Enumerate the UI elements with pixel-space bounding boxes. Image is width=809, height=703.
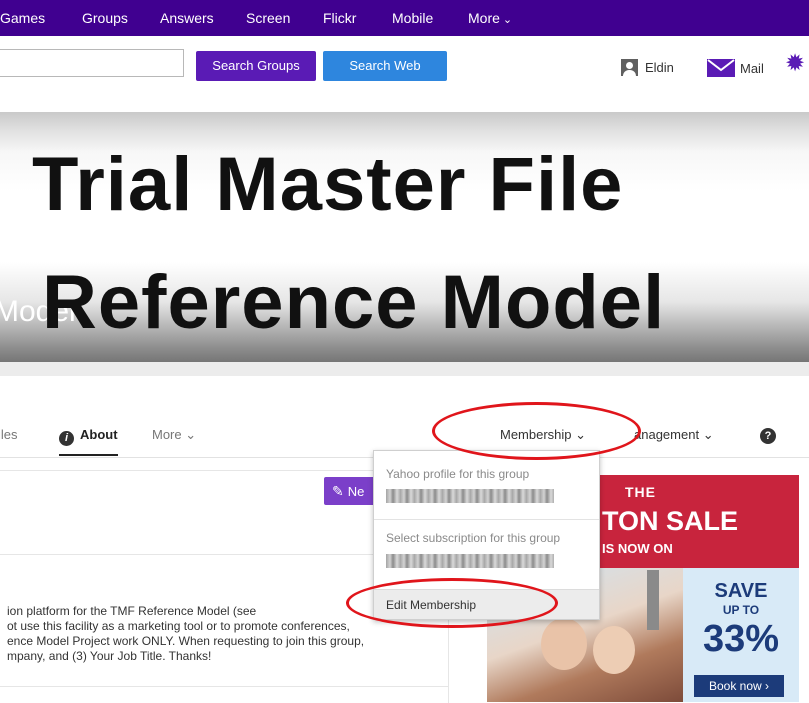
tab-more[interactable]: More ⌄ <box>152 413 196 457</box>
help-icon[interactable]: ? <box>760 428 776 444</box>
tab-about[interactable]: i About <box>59 413 118 456</box>
banner-title-line-2: Reference Model <box>42 260 666 345</box>
ad-text-sale: TON SALE <box>602 506 739 536</box>
description-line: ot use this facility as a marketing tool… <box>7 619 350 633</box>
yahoo-profile-label: Yahoo profile for this group <box>386 467 530 481</box>
user-avatar-icon[interactable] <box>621 59 638 76</box>
ad-text-the: THE <box>625 484 656 500</box>
search-groups-button[interactable]: Search Groups <box>196 51 316 81</box>
mail-icon[interactable] <box>707 59 735 77</box>
ad-upto-text: UP TO <box>722 603 760 617</box>
nav-item-groups[interactable]: Groups <box>82 0 128 36</box>
tab-more-label: More <box>152 427 182 442</box>
nav-item-answers[interactable]: Answers <box>160 0 214 36</box>
ad-save-text: SAVE <box>714 580 768 602</box>
top-nav-bar: Games Groups Answers Screen Flickr Mobil… <box>0 0 809 36</box>
redacted-profile-name[interactable] <box>386 489 554 503</box>
nav-item-screen[interactable]: Screen <box>246 0 290 36</box>
new-topic-button[interactable]: ✎ Ne <box>324 477 380 505</box>
menu-divider <box>374 519 599 520</box>
description-line: mpany, and (3) Your Job Title. Thanks! <box>7 649 212 663</box>
nav-item-flickr[interactable]: Flickr <box>323 0 356 36</box>
person-shape <box>593 626 635 674</box>
ad-percent-text: 33% <box>702 618 780 660</box>
chevron-down-icon: ⌄ <box>502 14 513 26</box>
tab-about-label: About <box>80 427 118 442</box>
description-line: ence Model Project work ONLY. When reque… <box>7 634 365 648</box>
search-input[interactable] <box>0 49 184 77</box>
search-web-button[interactable]: Search Web <box>323 51 447 81</box>
content-divider <box>0 686 448 687</box>
group-cover-banner: Model Trial Master File Reference Model <box>0 112 809 376</box>
annotation-circle-edit-membership <box>346 578 558 628</box>
new-topic-label: Ne <box>347 484 365 499</box>
chevron-down-icon: ⌄ <box>702 427 714 442</box>
user-name-link[interactable]: Eldin <box>645 59 674 77</box>
redacted-subscription-value[interactable] <box>386 554 554 568</box>
tab-management-label: anagement <box>634 427 700 442</box>
ad-text-now: IS NOW ON <box>602 541 673 556</box>
nav-more-label: More <box>468 10 500 26</box>
annotation-circle-membership <box>432 402 641 460</box>
description-line: ion platform for the TMF Reference Model… <box>7 604 257 618</box>
tab-files[interactable]: iles <box>0 413 18 457</box>
search-bar-row: Search Groups Search Web Eldin Mail ✹ <box>0 36 809 112</box>
gear-icon[interactable]: ✹ <box>785 52 809 76</box>
mail-link[interactable]: Mail <box>740 60 764 78</box>
nav-item-more[interactable]: More ⌄ <box>468 0 512 36</box>
banner-bottom-strip <box>0 362 809 376</box>
nav-item-mobile[interactable]: Mobile <box>392 0 433 36</box>
book-now-button[interactable]: Book now › <box>694 675 784 697</box>
subscription-label: Select subscription for this group <box>386 531 561 545</box>
info-icon: i <box>59 431 74 446</box>
edit-icon: ✎ <box>332 483 344 499</box>
person-shape <box>541 618 587 670</box>
banner-title-line-1: Trial Master File <box>32 142 624 227</box>
nav-item-games[interactable]: Games <box>0 0 45 36</box>
clock-tower-shape <box>647 570 659 630</box>
tab-management[interactable]: anagement ⌄ <box>634 413 714 457</box>
ad-discount-panel: SAVE UP TO 33% Book now › <box>683 568 799 702</box>
chevron-down-icon: ⌄ <box>185 427 197 442</box>
